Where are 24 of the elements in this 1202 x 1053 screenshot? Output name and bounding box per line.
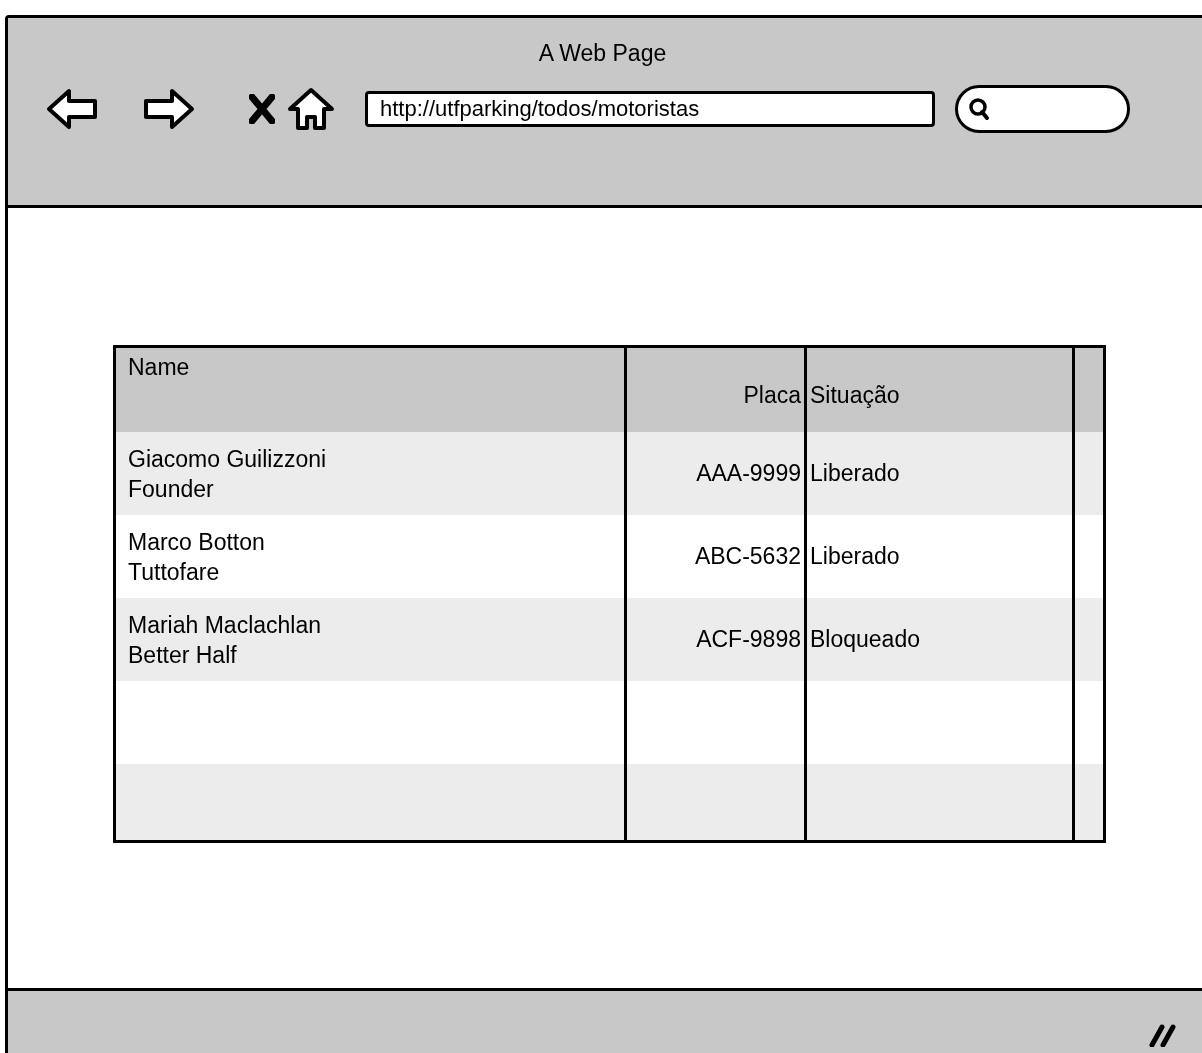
column-header: Placa: [743, 380, 801, 410]
resize-grip-icon[interactable]: [1148, 1021, 1178, 1047]
address-field[interactable]: http://utfparking/todos/motoristas: [365, 90, 935, 127]
back-arrow-icon[interactable]: [46, 87, 98, 130]
column-header: Name: [128, 353, 191, 382]
table-cell-text: Liberado: [810, 459, 900, 489]
home-icon[interactable]: [287, 86, 335, 131]
close-icon[interactable]: [249, 93, 275, 124]
table-cell-text: AAA-9999: [696, 459, 801, 489]
person-role: Better Half: [128, 640, 238, 670]
forward-arrow-icon[interactable]: [143, 87, 195, 130]
person-name: Marco Botton: [128, 527, 266, 557]
table-cell-text: Liberado: [810, 542, 900, 572]
search-field[interactable]: [955, 84, 1130, 133]
person-role: Tuttofare: [128, 557, 221, 587]
column-header: Situação: [810, 380, 900, 410]
table-cell-text: ACF-9898: [696, 625, 801, 655]
person-name: Mariah Maclachlan: [128, 610, 323, 640]
search-icon: [968, 96, 990, 121]
table-cell-text: Bloqueado: [810, 625, 920, 655]
table-cell-text: ABC-5632: [694, 542, 801, 572]
window-title: A Web Page: [538, 39, 667, 68]
person-name: Giacomo Guilizzoni: [128, 444, 328, 474]
person-role: Founder: [128, 474, 215, 504]
